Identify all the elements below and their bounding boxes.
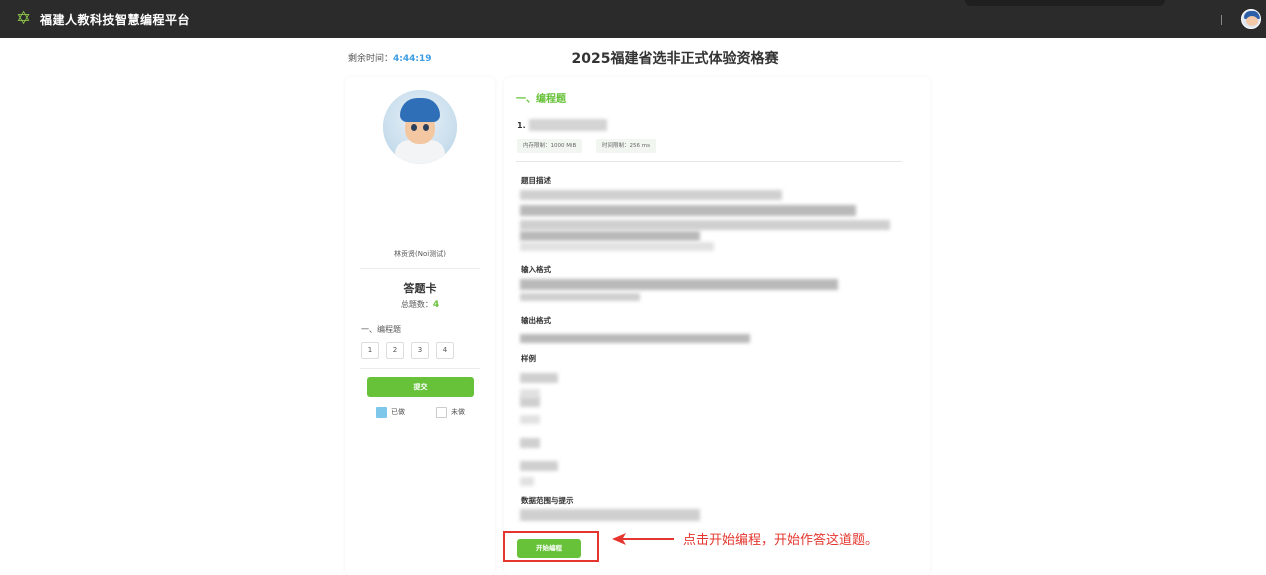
legend-todo-label: 未做	[451, 408, 465, 416]
done-swatch	[376, 407, 387, 418]
remaining-time: 剩余时间：4:44:19	[348, 51, 432, 64]
answer-card-panel: 林贡贤(Noi测试) 答题卡 总题数：4 一、编程题 1 2 3 4 提交 已做…	[345, 77, 495, 575]
blurred-text	[520, 461, 558, 471]
question-nav-1[interactable]: 1	[361, 342, 379, 359]
blurred-text	[520, 477, 534, 486]
todo-swatch	[436, 407, 447, 418]
problem-title-blurred	[529, 119, 607, 131]
username: 林贡贤(Noi测试)	[394, 250, 446, 258]
blurred-text	[520, 220, 890, 230]
output-format-heading: 输出格式	[521, 316, 551, 325]
blurred-text	[520, 373, 558, 383]
divider	[516, 161, 902, 162]
submit-button[interactable]: 提交	[367, 377, 474, 397]
blurred-text	[520, 205, 856, 216]
blurred-text	[520, 438, 540, 448]
divider	[360, 268, 480, 269]
question-nav-2[interactable]: 2	[386, 342, 404, 359]
blurred-text	[520, 279, 838, 290]
timer-label: 剩余时间：	[348, 54, 394, 64]
divider	[360, 368, 480, 369]
annotation-text: 点击开始编程，开始作答这道题。	[683, 533, 879, 548]
blurred-text	[520, 231, 700, 241]
problem-number: 1.	[517, 121, 526, 130]
contest-title: 2025福建省选非正式体验资格赛	[571, 51, 779, 67]
blurred-text	[520, 293, 640, 301]
blurred-text	[520, 242, 714, 251]
total-label: 总题数：	[400, 300, 433, 309]
legend-todo: 未做	[436, 407, 465, 418]
question-nav-3[interactable]: 3	[411, 342, 429, 359]
total-questions: 总题数：4	[345, 299, 495, 310]
arrow-left-icon	[612, 533, 674, 545]
answer-card-title: 答题卡	[403, 282, 437, 295]
description-heading: 题目描述	[521, 176, 551, 185]
star-logo-icon: ✡	[16, 8, 32, 29]
problem-panel: 一、编程题 1. 内存限制：1000 MiB 时间限制：256 ms 题目描述 …	[504, 77, 930, 575]
input-format-heading: 输入格式	[521, 265, 551, 274]
section-label: 一、编程题	[361, 325, 401, 334]
total-count: 4	[432, 300, 440, 310]
problem-section-title: 一、编程题	[516, 94, 566, 105]
blurred-text	[520, 397, 540, 407]
blurred-text	[520, 190, 782, 200]
top-search-bar[interactable]	[965, 0, 1165, 6]
blurred-text	[520, 334, 750, 343]
brand-name: 福建人教科技智慧编程平台	[40, 13, 191, 27]
user-avatar-icon[interactable]	[1241, 9, 1261, 29]
data-range-heading: 数据范围与提示	[521, 496, 574, 505]
user-avatar-icon	[383, 90, 457, 164]
time-limit-tag: 时间限制：256 ms	[596, 139, 656, 153]
legend-done-label: 已做	[391, 408, 405, 416]
memory-limit-tag: 内存限制：1000 MiB	[517, 139, 583, 153]
blurred-text	[520, 415, 540, 424]
legend-done: 已做	[376, 407, 405, 418]
blurred-text	[520, 509, 700, 521]
timer-value: 4:44:19	[393, 54, 432, 64]
sample-heading: 样例	[521, 354, 536, 363]
top-navbar: ✡ 福建人教科技智慧编程平台	[0, 0, 1266, 38]
question-nav-4[interactable]: 4	[436, 342, 454, 359]
topbar-divider	[1221, 15, 1222, 25]
highlight-box	[503, 531, 599, 562]
